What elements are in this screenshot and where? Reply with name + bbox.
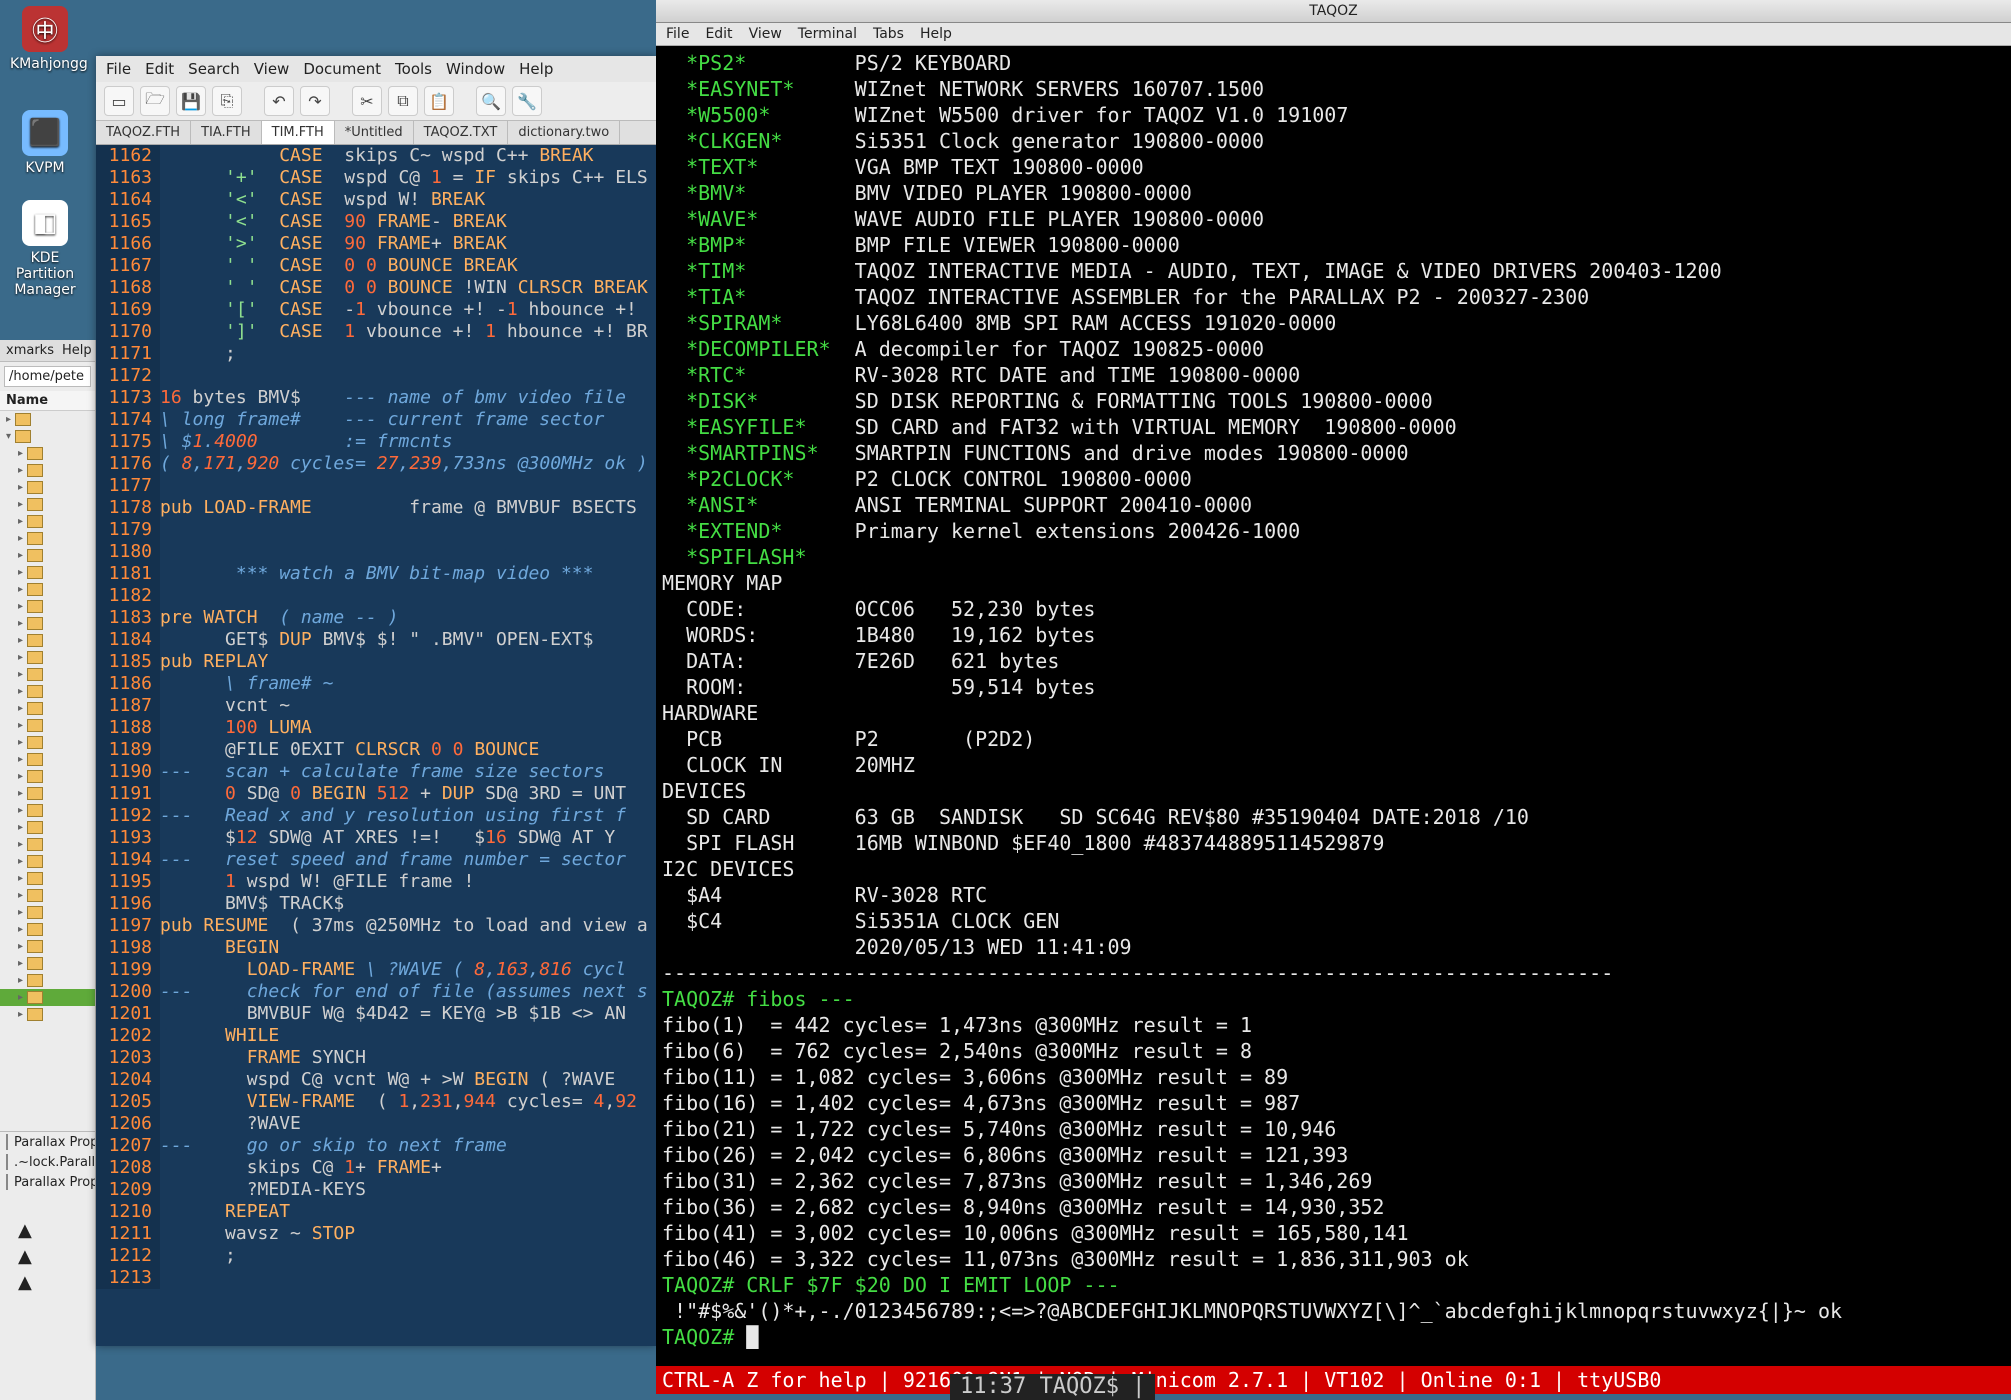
term-menu-tabs[interactable]: Tabs bbox=[873, 26, 904, 42]
menu-search[interactable]: Search bbox=[188, 60, 240, 78]
fm-file[interactable]: Parallax Propeller 2 Instructions v32.od… bbox=[0, 1172, 95, 1192]
terminal-statusbar: CTRL-A Z for help | 921600 8N1 | NOR | M… bbox=[656, 1366, 2011, 1394]
panel-clock: 11:37 TAQOZ$ | bbox=[950, 1374, 1155, 1400]
app-icon: ◧ bbox=[22, 200, 68, 246]
fm-menu-help[interactable]: Help bbox=[62, 343, 92, 358]
editor-menubar: File Edit Search View Document Tools Win… bbox=[96, 56, 656, 82]
fm-file-list[interactable]: Parallax Propeller 2 Documentation v32.p… bbox=[0, 1131, 95, 1192]
menu-view[interactable]: View bbox=[254, 60, 290, 78]
cut-button[interactable]: ✂ bbox=[352, 86, 382, 116]
save-as-button[interactable]: ⎘ bbox=[212, 86, 242, 116]
fm-file[interactable]: Parallax Propeller 2 Documentation v32.p… bbox=[0, 1132, 95, 1152]
terminal-window: TAQOZ File Edit View Terminal Tabs Help … bbox=[656, 0, 2011, 1394]
fm-tree[interactable]: ▸ ▾ ▸ ▸ ▸ ▸ ▸ ▸ ▸ ▸ ▸ ▸ ▸ ▸ ▸ ▸ ▸ ▸ ▸ ▸ … bbox=[0, 411, 95, 1131]
editor-tab[interactable]: TIA.FTH bbox=[191, 121, 262, 144]
redo-button[interactable]: ↷ bbox=[300, 86, 330, 116]
term-menu-edit[interactable]: Edit bbox=[705, 26, 732, 42]
terminal-title: TAQOZ bbox=[656, 0, 2011, 23]
find-replace-button[interactable]: 🔧 bbox=[512, 86, 542, 116]
new-doc-button[interactable]: ▭ bbox=[104, 86, 134, 116]
open-button[interactable]: 🗁 bbox=[140, 86, 170, 116]
save-button[interactable]: 💾 bbox=[176, 86, 206, 116]
desktop-icon-kmahjongg[interactable]: ㊥ KMahjongg bbox=[10, 6, 80, 72]
menu-document[interactable]: Document bbox=[303, 60, 381, 78]
terminal-menubar: File Edit View Terminal Tabs Help bbox=[656, 23, 2011, 46]
app-icon: ⬛ bbox=[22, 110, 68, 156]
fm-column-header[interactable]: Name bbox=[0, 391, 95, 411]
undo-button[interactable]: ↶ bbox=[264, 86, 294, 116]
fm-file[interactable]: .~lock.Parallax Propeller 2 Documentatio… bbox=[0, 1152, 95, 1172]
editor-code-area[interactable]: 1162 CASE skips C~ wspd C++ BREAK1163 '+… bbox=[96, 145, 656, 1346]
term-menu-terminal[interactable]: Terminal bbox=[798, 26, 857, 42]
menu-file[interactable]: File bbox=[106, 60, 131, 78]
editor-window: File Edit Search View Document Tools Win… bbox=[96, 56, 656, 1346]
menu-window[interactable]: Window bbox=[446, 60, 505, 78]
paste-button[interactable]: 📋 bbox=[424, 86, 454, 116]
term-menu-help[interactable]: Help bbox=[920, 26, 952, 42]
fm-tree-selected[interactable]: ▸ bbox=[0, 989, 95, 1006]
editor-tabs: TAQOZ.FTHTIA.FTHTIM.FTH*UntitledTAQOZ.TX… bbox=[96, 121, 656, 145]
editor-tab[interactable]: TIM.FTH bbox=[262, 121, 335, 144]
desktop-icon-kvpm[interactable]: ⬛ KVPM bbox=[10, 110, 80, 176]
editor-tab[interactable]: TAQOZ.TXT bbox=[414, 121, 509, 144]
icon-label: KDE Partition Manager bbox=[10, 250, 80, 298]
desktop-icon-partitionmanager[interactable]: ◧ KDE Partition Manager bbox=[10, 200, 80, 298]
editor-tab[interactable]: *Untitled bbox=[335, 121, 414, 144]
icon-label: KMahjongg bbox=[10, 56, 80, 72]
find-button[interactable]: 🔍 bbox=[476, 86, 506, 116]
editor-toolbar: ▭🗁💾⎘ ↶↷ ✂⧉📋 🔍🔧 bbox=[96, 82, 656, 121]
app-icon: ㊥ bbox=[22, 6, 68, 52]
fm-path-input[interactable]: /home/pete bbox=[4, 366, 91, 387]
fm-menu-bookmarks[interactable]: xmarks bbox=[6, 343, 54, 358]
editor-tab[interactable]: TAQOZ.FTH bbox=[96, 121, 191, 144]
copy-button[interactable]: ⧉ bbox=[388, 86, 418, 116]
panel-arrow-icon[interactable]: ▲ bbox=[18, 1272, 38, 1286]
menu-tools[interactable]: Tools bbox=[395, 60, 432, 78]
file-manager-panel: xmarks Help /home/pete Name ▸ ▾ ▸ ▸ ▸ ▸ … bbox=[0, 340, 96, 1400]
term-menu-file[interactable]: File bbox=[666, 26, 689, 42]
menu-edit[interactable]: Edit bbox=[145, 60, 174, 78]
icon-label: KVPM bbox=[10, 160, 80, 176]
terminal-body[interactable]: *PS2* PS/2 KEYBOARD *EASYNET* WIZnet NET… bbox=[656, 46, 2011, 1366]
panel-arrow-icon[interactable]: ▲ bbox=[18, 1246, 38, 1260]
editor-tab[interactable]: dictionary.two bbox=[508, 121, 620, 144]
menu-help[interactable]: Help bbox=[519, 60, 553, 78]
panel-arrow-icon[interactable]: ▲ bbox=[18, 1220, 38, 1234]
term-menu-view[interactable]: View bbox=[749, 26, 782, 42]
